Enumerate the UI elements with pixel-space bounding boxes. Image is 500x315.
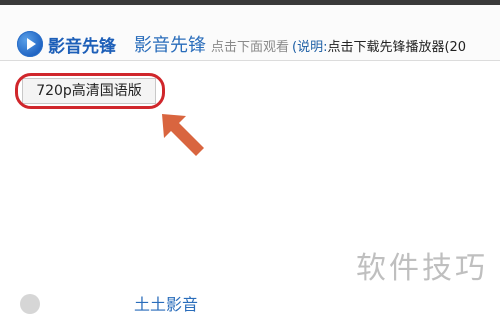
logo-text: 影音先锋 bbox=[48, 36, 116, 57]
brand-name: 影音先锋 bbox=[134, 35, 206, 56]
watermark: 软件技巧 bbox=[356, 251, 488, 286]
note-prefix: (说明: bbox=[292, 40, 328, 55]
site-header: 影音先锋 影音先锋 点击下面观看 (说明: 点击下载先锋播放器(20 bbox=[0, 5, 500, 61]
play-circle-icon bbox=[17, 31, 43, 57]
watch-hint: 点击下面观看 bbox=[211, 40, 290, 55]
avatar bbox=[20, 294, 40, 314]
download-player-link[interactable]: 点击下载先锋播放器(20 bbox=[327, 36, 466, 55]
version-720p-button[interactable]: 720p高清国语版 bbox=[22, 78, 156, 104]
next-item-title[interactable]: 土土影音 bbox=[134, 291, 198, 315]
brand-logo[interactable]: 影音先锋 bbox=[17, 29, 116, 59]
arrow-up-left-icon bbox=[162, 114, 204, 156]
title-line: 影音先锋 点击下面观看 (说明: 点击下载先锋播放器(20 bbox=[134, 31, 466, 57]
